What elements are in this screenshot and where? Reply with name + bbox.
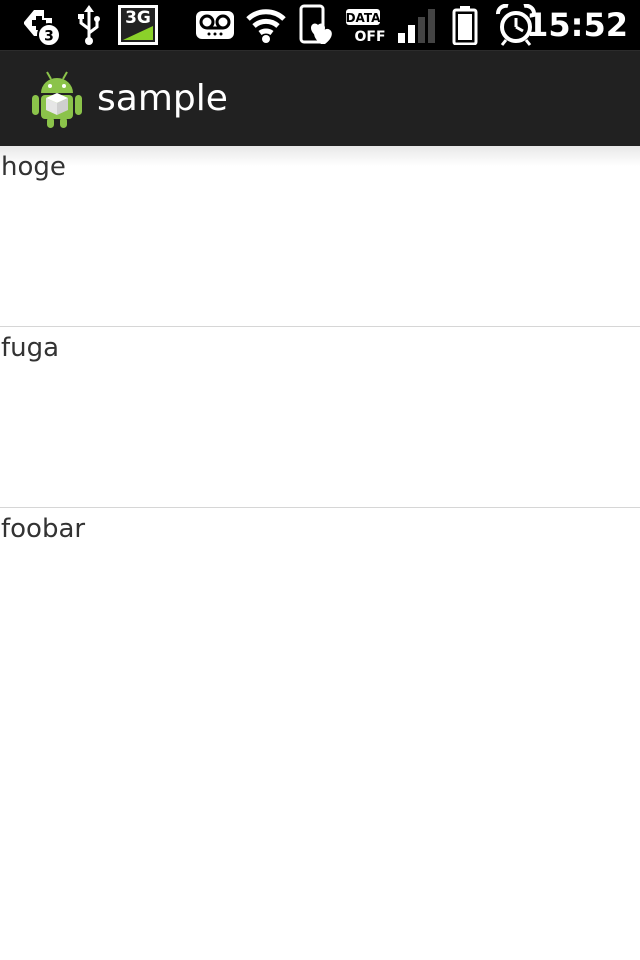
list-item-label: foobar [1, 514, 86, 544]
phone-heart-icon [296, 0, 336, 50]
list-item[interactable]: fuga [0, 327, 640, 508]
3g-icon: 3G [116, 0, 160, 50]
app-title: sample [97, 78, 228, 119]
android-app-icon[interactable] [30, 69, 84, 129]
battery-icon [450, 0, 480, 50]
usb-icon [74, 0, 104, 50]
data-label-top: DATA [346, 11, 382, 25]
status-bar: 3 3G DATA OFF 15:52 [0, 0, 640, 50]
notification-plus-icon[interactable]: 3 [18, 0, 64, 50]
data-label-bottom: OFF [354, 29, 385, 45]
status-time: 15:52 [526, 6, 628, 44]
signal-icon [396, 0, 436, 50]
action-bar: sample [0, 50, 640, 146]
list-item[interactable]: foobar [0, 508, 640, 689]
wifi-icon [244, 0, 288, 50]
data-off-icon: DATA OFF [344, 0, 388, 50]
list-item-label: fuga [1, 333, 60, 363]
item-list[interactable]: hoge fuga foobar [0, 146, 640, 689]
notification-count: 3 [44, 29, 54, 45]
list-item[interactable]: hoge [0, 146, 640, 327]
voicemail-icon [194, 0, 236, 50]
network-type-label: 3G [125, 8, 151, 28]
list-item-label: hoge [1, 152, 66, 182]
